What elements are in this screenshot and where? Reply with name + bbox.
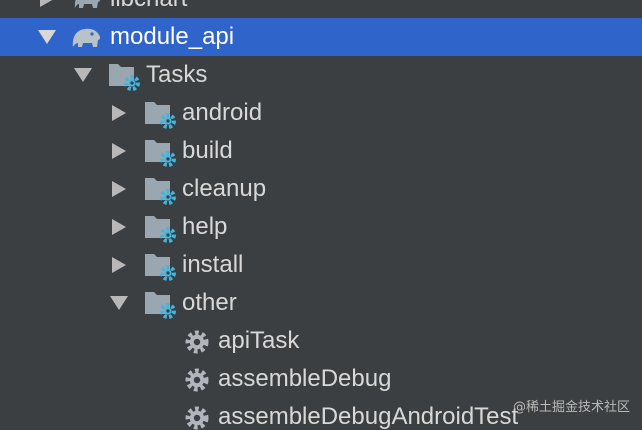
tree-item-tasks[interactable]: Tasks (0, 56, 642, 94)
task-folder-icon (145, 102, 176, 129)
tree-item-apitask[interactable]: apiTask (0, 322, 642, 360)
chevron-right-icon[interactable] (110, 143, 128, 159)
tree-item-other[interactable]: other (0, 284, 642, 322)
task-folder-icon (145, 216, 176, 243)
tree-item-module-api[interactable]: module_api (0, 18, 642, 56)
tree-item-cleanup[interactable]: cleanup (0, 170, 642, 208)
tree-item-label: build (182, 137, 233, 164)
chevron-down-icon[interactable] (110, 296, 128, 310)
tree-item-label: android (182, 99, 263, 126)
tree-item-android[interactable]: android (0, 94, 642, 132)
tree-item-label: module_api (110, 23, 235, 50)
chevron-right-icon[interactable] (110, 105, 128, 121)
tree-item-label: help (182, 213, 228, 240)
tree-item-libchart[interactable]: libchart (0, 0, 642, 18)
gradle-tasks-tree: libchart module_api Tasks android (0, 0, 642, 430)
tree-item-label: cleanup (182, 175, 267, 202)
tree-item-label: assembleDebug (218, 365, 392, 392)
task-folder-icon (145, 292, 176, 319)
gear-icon (185, 406, 209, 430)
tree-item-label: Tasks (146, 61, 208, 88)
tree-item-label: libchart (110, 0, 187, 12)
task-folder-icon (145, 178, 176, 205)
chevron-down-icon[interactable] (38, 30, 56, 44)
chevron-down-icon[interactable] (74, 68, 92, 82)
tree-item-label: other (182, 289, 237, 316)
tree-item-label: assembleDebugAndroidTest (218, 403, 519, 430)
chevron-right-icon[interactable] (110, 257, 128, 273)
gear-icon (185, 330, 209, 354)
gradle-elephant-icon (72, 28, 101, 47)
task-folder-icon (145, 254, 176, 281)
gradle-elephant-icon (74, 0, 101, 8)
chevron-right-icon[interactable] (110, 219, 128, 235)
tree-item-label: apiTask (218, 327, 300, 354)
task-folder-icon (145, 140, 176, 167)
tree-item-help[interactable]: help (0, 208, 642, 246)
tree-item-label: install (182, 251, 244, 278)
tree-item-install[interactable]: install (0, 246, 642, 284)
chevron-right-icon[interactable] (38, 0, 56, 7)
task-folder-icon (109, 64, 140, 91)
tree-item-build[interactable]: build (0, 132, 642, 170)
tree-item-assembledebug[interactable]: assembleDebug (0, 360, 642, 398)
chevron-right-icon[interactable] (110, 181, 128, 197)
gear-icon (185, 368, 209, 392)
watermark: @稀土掘金技术社区 (512, 400, 630, 415)
